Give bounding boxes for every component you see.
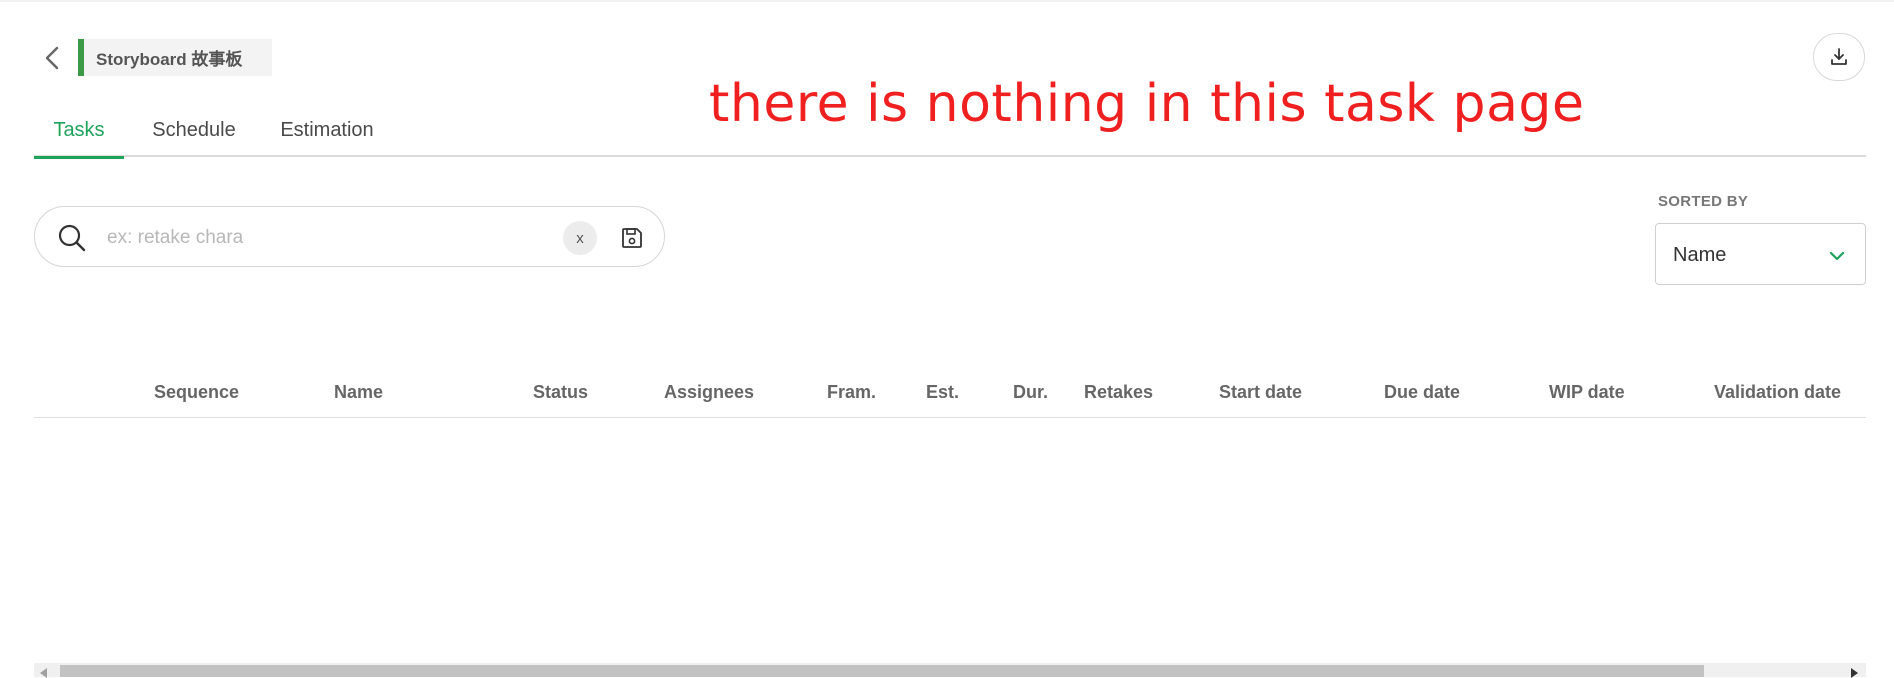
- column-start-date[interactable]: Start date: [1219, 382, 1302, 403]
- column-wip-date[interactable]: WIP date: [1549, 382, 1625, 403]
- column-due-date[interactable]: Due date: [1384, 382, 1460, 403]
- tab-schedule[interactable]: Schedule: [144, 112, 244, 157]
- search-box: x: [34, 206, 665, 267]
- clear-search-button[interactable]: x: [563, 221, 597, 255]
- tab-tasks[interactable]: Tasks: [34, 112, 124, 159]
- column-name[interactable]: Name: [334, 382, 383, 403]
- download-button[interactable]: [1813, 33, 1865, 81]
- top-border: [0, 0, 1894, 2]
- download-icon: [1831, 48, 1847, 65]
- scrollbar-thumb[interactable]: [60, 665, 1704, 677]
- column-duration[interactable]: Dur.: [1013, 382, 1048, 403]
- tab-estimation[interactable]: Estimation: [266, 112, 388, 157]
- column-frames[interactable]: Fram.: [827, 382, 876, 403]
- horizontal-scrollbar[interactable]: [34, 663, 1866, 678]
- column-retakes[interactable]: Retakes: [1084, 382, 1153, 403]
- column-assignees[interactable]: Assignees: [664, 382, 754, 403]
- column-estimation[interactable]: Est.: [926, 382, 959, 403]
- search-icon: [58, 224, 86, 252]
- back-button[interactable]: [38, 43, 66, 73]
- sort-select[interactable]: Name: [1655, 223, 1866, 285]
- task-type-label: Storyboard 故事板: [78, 39, 272, 76]
- task-table-header: Sequence Name Status Assignees Fram. Est…: [34, 372, 1866, 418]
- sort-value: Name: [1673, 244, 1727, 266]
- search-input[interactable]: [107, 223, 567, 253]
- column-validation-date[interactable]: Validation date: [1714, 382, 1841, 403]
- chevron-left-icon: [45, 46, 59, 70]
- tab-bar: Tasks Schedule Estimation: [34, 112, 1866, 159]
- chevron-down-icon: [1829, 251, 1845, 261]
- column-sequence[interactable]: Sequence: [154, 382, 239, 403]
- sort-label: SORTED BY: [1658, 193, 1749, 210]
- save-icon[interactable]: [619, 225, 645, 251]
- column-status[interactable]: Status: [533, 382, 588, 403]
